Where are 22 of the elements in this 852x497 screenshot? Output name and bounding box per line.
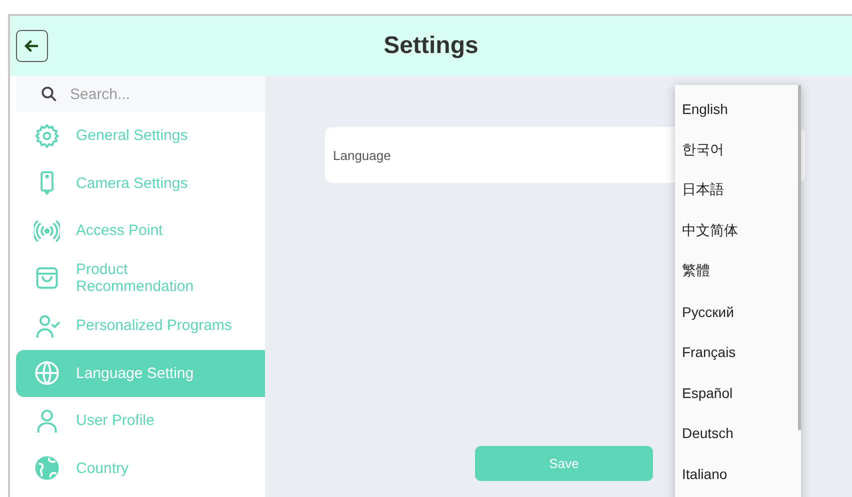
earth-icon xyxy=(34,455,60,482)
user-check-icon xyxy=(34,312,60,339)
language-option[interactable]: Italiano xyxy=(675,454,801,494)
back-button[interactable] xyxy=(16,30,48,62)
gear-icon xyxy=(34,122,60,149)
language-option[interactable]: English xyxy=(675,89,801,130)
bag-icon xyxy=(34,265,60,292)
page-title: Settings xyxy=(384,32,478,60)
search-icon xyxy=(40,85,58,103)
language-option[interactable]: Français xyxy=(675,332,801,372)
search-input[interactable]: Search... xyxy=(68,84,222,104)
language-option[interactable]: Русский xyxy=(675,292,801,332)
language-option[interactable]: Español xyxy=(675,372,801,413)
language-option[interactable]: 한국어 xyxy=(675,130,801,170)
signal-icon xyxy=(34,218,60,244)
back-arrow-icon xyxy=(23,37,41,55)
scrollbar[interactable] xyxy=(798,85,801,430)
language-option[interactable]: 中文简体 xyxy=(675,210,801,251)
globe-icon xyxy=(34,360,60,386)
language-option[interactable]: 繁體 xyxy=(675,251,801,292)
search-field[interactable]: Search... xyxy=(16,76,265,112)
language-option[interactable]: Deutsch xyxy=(675,413,801,454)
